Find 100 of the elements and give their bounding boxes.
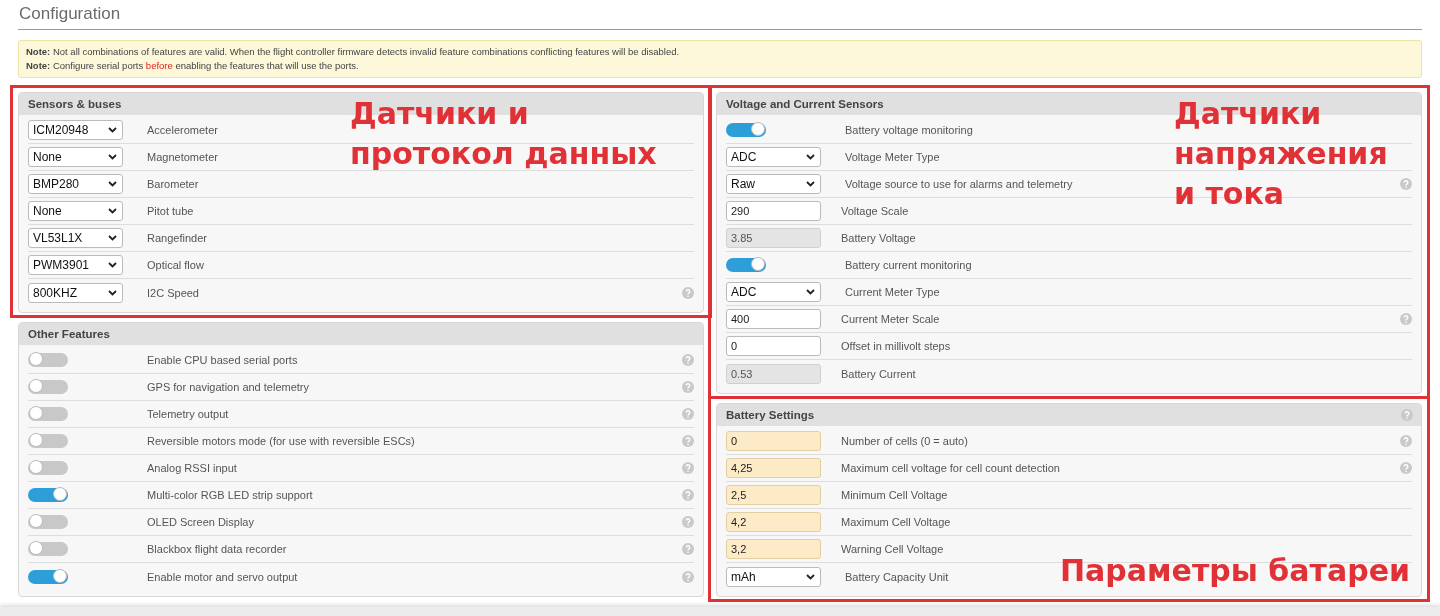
select-field[interactable]: ADC	[726, 147, 821, 167]
setting-label: Battery current monitoring	[845, 259, 972, 271]
setting-label: Voltage Meter Type	[845, 151, 940, 163]
input-field[interactable]: 290	[726, 201, 821, 221]
setting-label: Battery voltage monitoring	[845, 124, 973, 136]
select-field[interactable]: None	[28, 147, 123, 167]
panel-title: Voltage and Current Sensors	[726, 98, 884, 110]
setting-label: Blackbox flight data recorder	[147, 543, 287, 555]
setting-label: Offset in millivolt steps	[841, 340, 951, 352]
setting-label: Battery Current	[841, 367, 916, 380]
chevron-down-icon	[108, 154, 117, 160]
setting-label: Reversible motors mode (for use with reversible ESCs)	[147, 435, 415, 447]
select-field[interactable]: None	[28, 201, 123, 221]
setting-label: GPS for navigation and telemetry	[147, 381, 310, 393]
select-field[interactable]: Raw	[726, 174, 821, 194]
note-text: Note: Not all combinations of features are valid. When the flight controller firmware detects invalid feature combinations conflicting features will be disabled.	[26, 46, 681, 58]
readout-field: 0.53	[726, 363, 821, 384]
input-field[interactable]: 2,5	[726, 485, 821, 505]
toggle-switch[interactable]	[28, 380, 68, 394]
help-icon[interactable]	[682, 462, 694, 474]
chevron-down-icon	[806, 289, 815, 295]
annotation-text: Параметры батареи	[1059, 552, 1410, 590]
help-icon[interactable]	[682, 408, 694, 420]
panel-title: Sensors & buses	[28, 98, 122, 110]
setting-label: Rangefinder	[147, 232, 207, 244]
help-icon[interactable]	[682, 516, 694, 528]
setting-label: Accelerometer	[147, 124, 218, 136]
help-icon[interactable]	[1401, 409, 1413, 421]
toggle-switch[interactable]	[28, 461, 68, 475]
readout-field: 3.85	[726, 228, 821, 248]
input-field[interactable]: 4,25	[726, 458, 821, 478]
help-icon[interactable]	[682, 489, 694, 501]
chevron-down-icon	[108, 289, 117, 296]
setting-label: Maximum cell voltage for cell count detection	[841, 462, 1060, 474]
setting-label: Minimum Cell Voltage	[841, 489, 948, 501]
input-field[interactable]: 0	[726, 431, 821, 451]
setting-label: Multi-color RGB LED strip support	[147, 489, 313, 501]
setting-label: Magnetometer	[147, 151, 218, 163]
input-field[interactable]: 400	[726, 309, 821, 329]
help-icon[interactable]	[682, 354, 694, 366]
setting-label: Warning Cell Voltage	[841, 543, 944, 555]
select-field[interactable]: BMP280	[28, 174, 123, 194]
setting-label: Voltage Scale	[841, 205, 909, 217]
setting-label: Battery Voltage	[841, 232, 916, 244]
setting-label: Enable CPU based serial ports	[147, 354, 298, 366]
select-field[interactable]: PWM3901	[28, 255, 123, 275]
chevron-down-icon	[108, 127, 117, 133]
setting-label: Battery Capacity Unit	[845, 570, 949, 583]
toggle-switch[interactable]	[28, 407, 68, 421]
chevron-down-icon	[108, 262, 117, 268]
panel-title: Other Features	[28, 328, 110, 340]
help-icon[interactable]	[682, 543, 694, 555]
toggle-switch[interactable]	[28, 488, 68, 502]
input-field[interactable]: 4,2	[726, 512, 821, 532]
annotation-text: Датчики напряжения и тока	[1174, 95, 1388, 213]
toggle-switch[interactable]	[28, 569, 68, 584]
select-field[interactable]: ADC	[726, 282, 821, 302]
help-icon[interactable]	[682, 381, 694, 393]
help-icon[interactable]	[682, 435, 694, 447]
toggle-switch[interactable]	[28, 434, 68, 448]
chevron-down-icon	[108, 208, 117, 214]
page-title: Configuration	[18, 4, 1422, 30]
input-field[interactable]: 3,2	[726, 539, 821, 559]
help-icon[interactable]	[682, 570, 694, 583]
setting-label: Current Meter Scale	[841, 313, 940, 325]
chevron-down-icon	[806, 573, 815, 580]
toggle-switch[interactable]	[28, 542, 68, 556]
toggle-switch[interactable]	[726, 258, 766, 272]
annotation-text: Датчики и протокол данных	[350, 95, 657, 173]
toggle-switch[interactable]	[28, 515, 68, 529]
note-text: Note: Configure serial ports before enabling the features that will use the ports.	[26, 60, 360, 72]
help-icon[interactable]	[1400, 435, 1412, 447]
help-icon[interactable]	[682, 286, 694, 299]
setting-label: I2C Speed	[147, 286, 199, 299]
select-field[interactable]: 800KHZ	[28, 282, 123, 303]
select-field[interactable]: ICM20948	[28, 120, 123, 140]
chevron-down-icon	[108, 181, 117, 187]
help-icon[interactable]	[1400, 178, 1412, 190]
setting-label: Number of cells (0 = auto)	[841, 435, 968, 447]
setting-label: Optical flow	[147, 259, 204, 271]
setting-label: Barometer	[147, 178, 199, 190]
setting-label: Current Meter Type	[845, 286, 940, 298]
setting-label: OLED Screen Display	[147, 516, 254, 528]
select-field[interactable]: VL53L1X	[28, 228, 123, 248]
help-icon[interactable]	[1400, 462, 1412, 474]
chevron-down-icon	[806, 181, 815, 187]
toggle-switch[interactable]	[726, 123, 766, 137]
setting-label: Enable motor and servo output	[147, 570, 298, 583]
select-field[interactable]: mAh	[726, 566, 821, 587]
panel-title: Battery Settings	[726, 409, 815, 421]
input-field[interactable]: 0	[726, 336, 821, 356]
setting-label: Analog RSSI input	[147, 462, 237, 474]
chevron-down-icon	[108, 235, 117, 241]
setting-label: Pitot tube	[147, 205, 194, 217]
help-icon[interactable]	[1400, 313, 1412, 325]
setting-label: Telemetry output	[147, 408, 229, 420]
setting-label: Voltage source to use for alarms and telemetry	[845, 178, 1073, 190]
setting-label: Maximum Cell Voltage	[841, 516, 951, 528]
chevron-down-icon	[806, 154, 815, 160]
toggle-switch[interactable]	[28, 353, 68, 367]
